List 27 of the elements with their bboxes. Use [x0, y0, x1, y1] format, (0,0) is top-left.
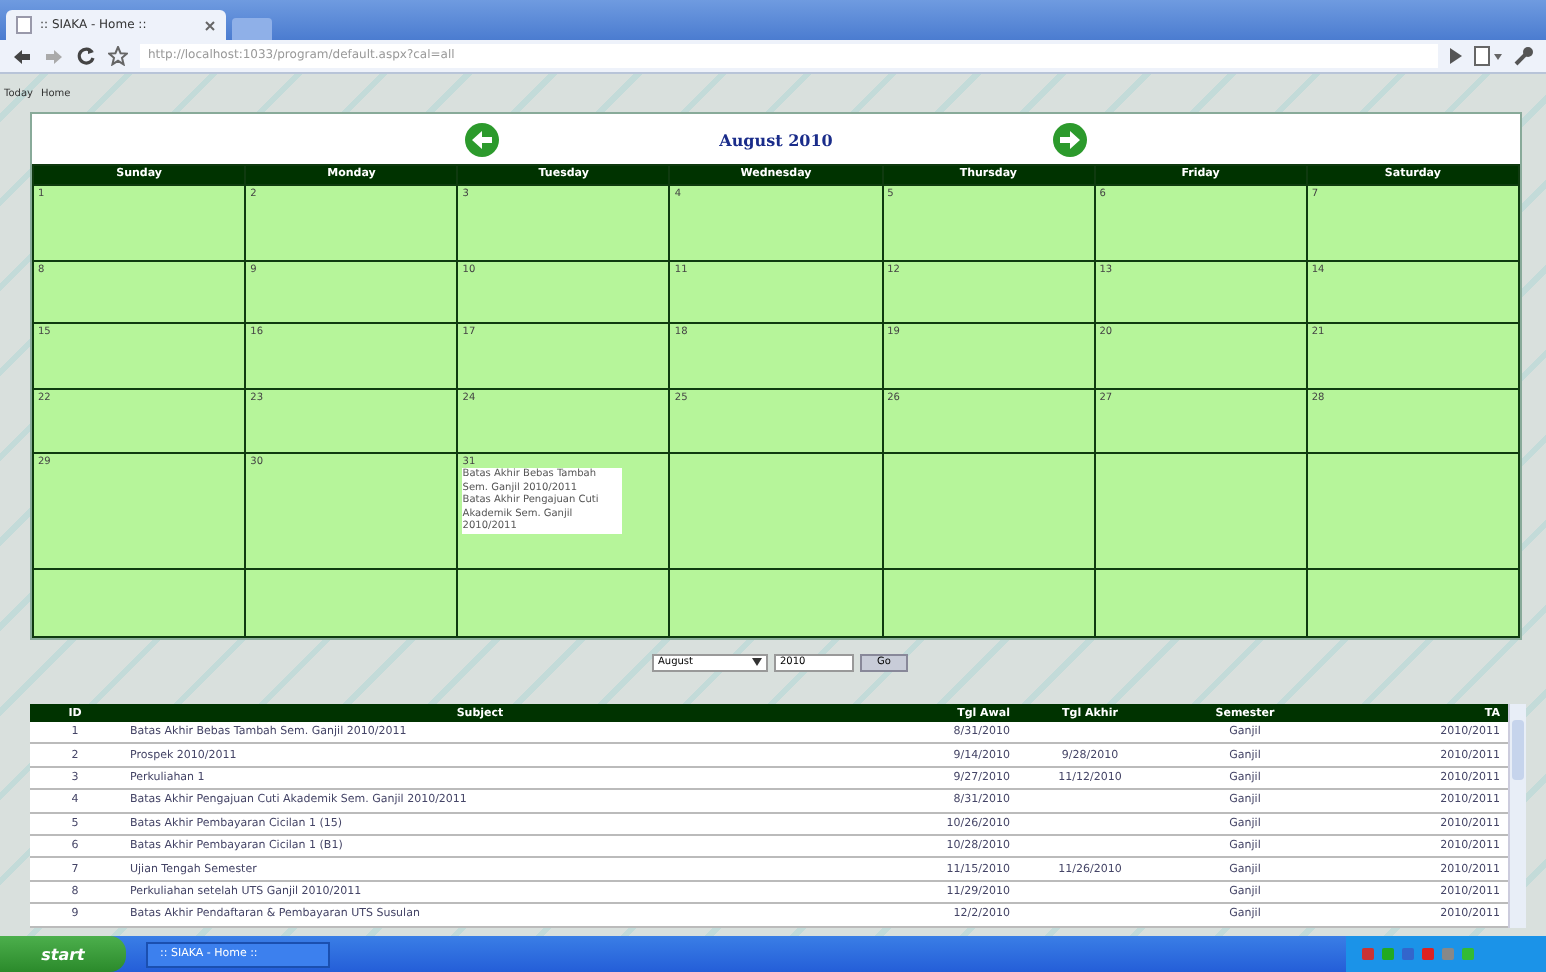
day-cell[interactable]: [458, 570, 669, 636]
page-icon: [16, 16, 32, 34]
day-cell[interactable]: [670, 570, 882, 636]
day-cell[interactable]: [1307, 454, 1518, 568]
forward-icon[interactable]: [44, 47, 64, 65]
new-tab-button[interactable]: [232, 18, 272, 40]
month-title: August 2010: [719, 129, 833, 149]
scrollbar[interactable]: [1508, 704, 1526, 928]
start-button[interactable]: start: [0, 936, 126, 972]
day-cell[interactable]: [670, 454, 882, 568]
play-icon[interactable]: [1450, 48, 1462, 64]
day-cell[interactable]: [1095, 454, 1306, 568]
day-cell[interactable]: [1307, 570, 1518, 636]
day-cell[interactable]: [246, 570, 457, 636]
wrench-icon[interactable]: [1514, 46, 1534, 66]
day-cell[interactable]: [883, 570, 1094, 636]
close-icon[interactable]: [204, 19, 216, 31]
page-icon[interactable]: [1474, 46, 1502, 66]
star-icon[interactable]: [108, 46, 128, 66]
back-icon[interactable]: [12, 47, 32, 65]
day-cell[interactable]: [34, 570, 245, 636]
reload-icon[interactable]: [76, 46, 96, 66]
dropdown-arrow-icon: [752, 658, 762, 666]
day-cell[interactable]: [1095, 570, 1306, 636]
day-cell[interactable]: [883, 454, 1094, 568]
previous-month-icon[interactable]: [463, 121, 500, 157]
next-month-icon[interactable]: [1052, 121, 1089, 157]
